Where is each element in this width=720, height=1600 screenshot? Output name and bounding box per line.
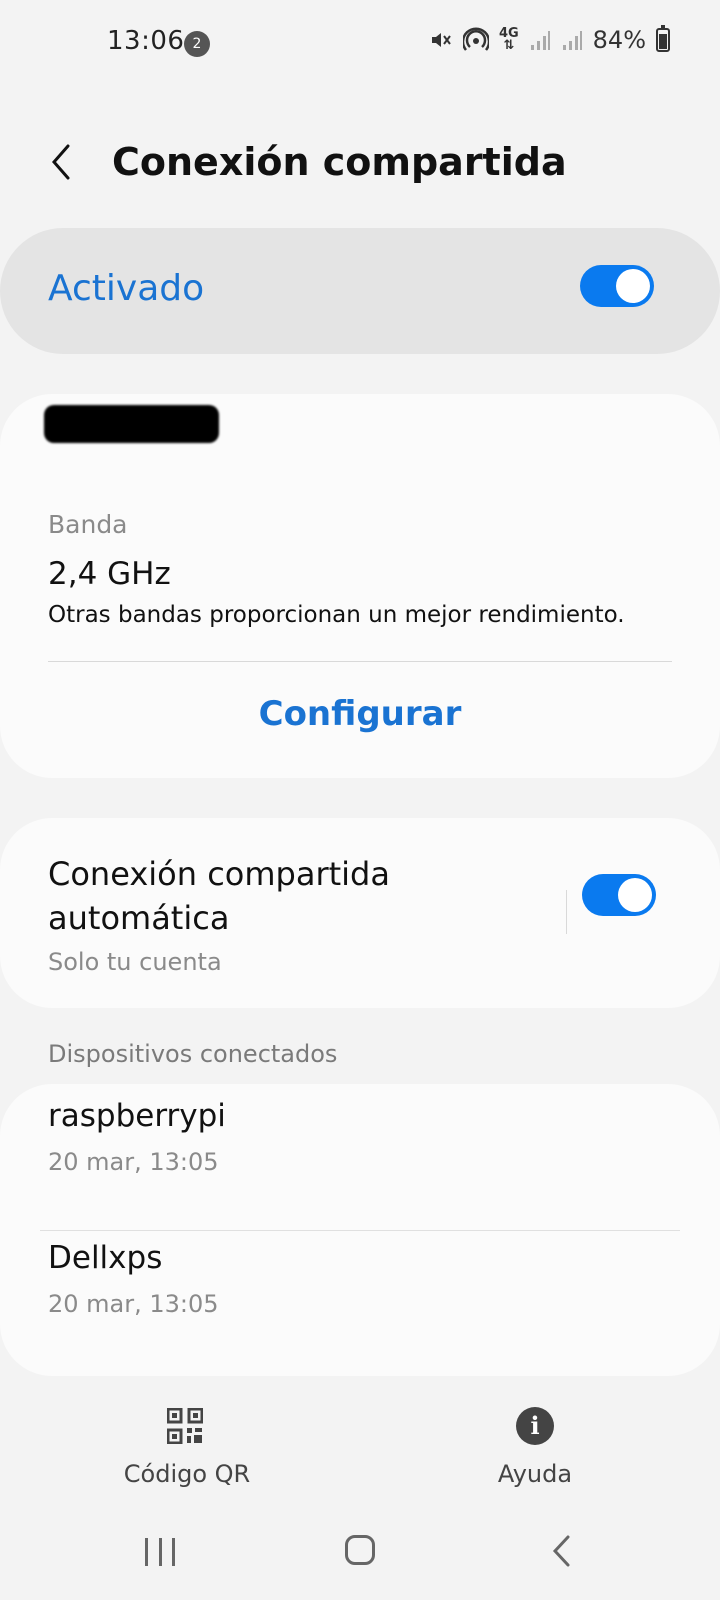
mute-icon xyxy=(431,33,451,47)
redacted-network-name xyxy=(44,405,219,443)
notification-count-badge: 2 xyxy=(184,31,210,57)
qr-code-button[interactable]: Código QR xyxy=(112,1460,262,1488)
vertical-divider xyxy=(566,890,567,934)
band-value: 2,4 GHz xyxy=(48,556,171,592)
battery-percentage: 84% xyxy=(592,26,646,54)
home-button[interactable] xyxy=(345,1535,375,1565)
auto-hotspot-toggle[interactable] xyxy=(582,874,656,916)
help-button[interactable]: Ayuda xyxy=(470,1460,600,1488)
device-name[interactable]: raspberrypi xyxy=(48,1098,226,1134)
toggle-knob xyxy=(618,878,652,912)
band-label: Banda xyxy=(48,510,128,539)
page-title: Conexión compartida xyxy=(112,140,567,184)
device-connected-time: 20 mar, 13:05 xyxy=(48,1290,219,1318)
status-icons: 4G ⇅ 84% xyxy=(429,25,670,54)
connected-devices-header: Dispositivos conectados xyxy=(48,1040,338,1068)
back-button[interactable] xyxy=(42,142,82,182)
recents-button[interactable] xyxy=(145,1538,175,1566)
auto-hotspot-subtitle: Solo tu cuenta xyxy=(48,948,222,976)
chevron-left-icon xyxy=(52,144,70,180)
master-toggle[interactable] xyxy=(580,265,654,307)
qr-code-icon[interactable] xyxy=(166,1407,204,1445)
signal-icon-1 xyxy=(530,31,550,50)
status-time: 13:06 xyxy=(107,26,185,56)
master-switch-label: Activado xyxy=(48,268,205,309)
toggle-knob xyxy=(616,269,650,303)
back-arrow-icon xyxy=(552,1535,570,1567)
nav-back-button[interactable] xyxy=(548,1534,578,1568)
auto-hotspot-title: Conexión compartida automática xyxy=(48,855,390,937)
signal-icon-2 xyxy=(562,31,582,50)
list-divider xyxy=(40,1230,680,1231)
configure-button[interactable]: Configurar xyxy=(0,694,720,734)
band-description: Otras bandas proporcionan un mejor rendi… xyxy=(48,602,625,628)
device-connected-time: 20 mar, 13:05 xyxy=(48,1148,219,1176)
hotspot-icon xyxy=(462,27,489,51)
battery-icon xyxy=(656,25,670,52)
device-name[interactable]: Dellxps xyxy=(48,1240,162,1276)
info-icon[interactable]: i xyxy=(516,1407,554,1445)
divider xyxy=(48,661,672,662)
network-type-icon: 4G ⇅ xyxy=(498,26,519,53)
